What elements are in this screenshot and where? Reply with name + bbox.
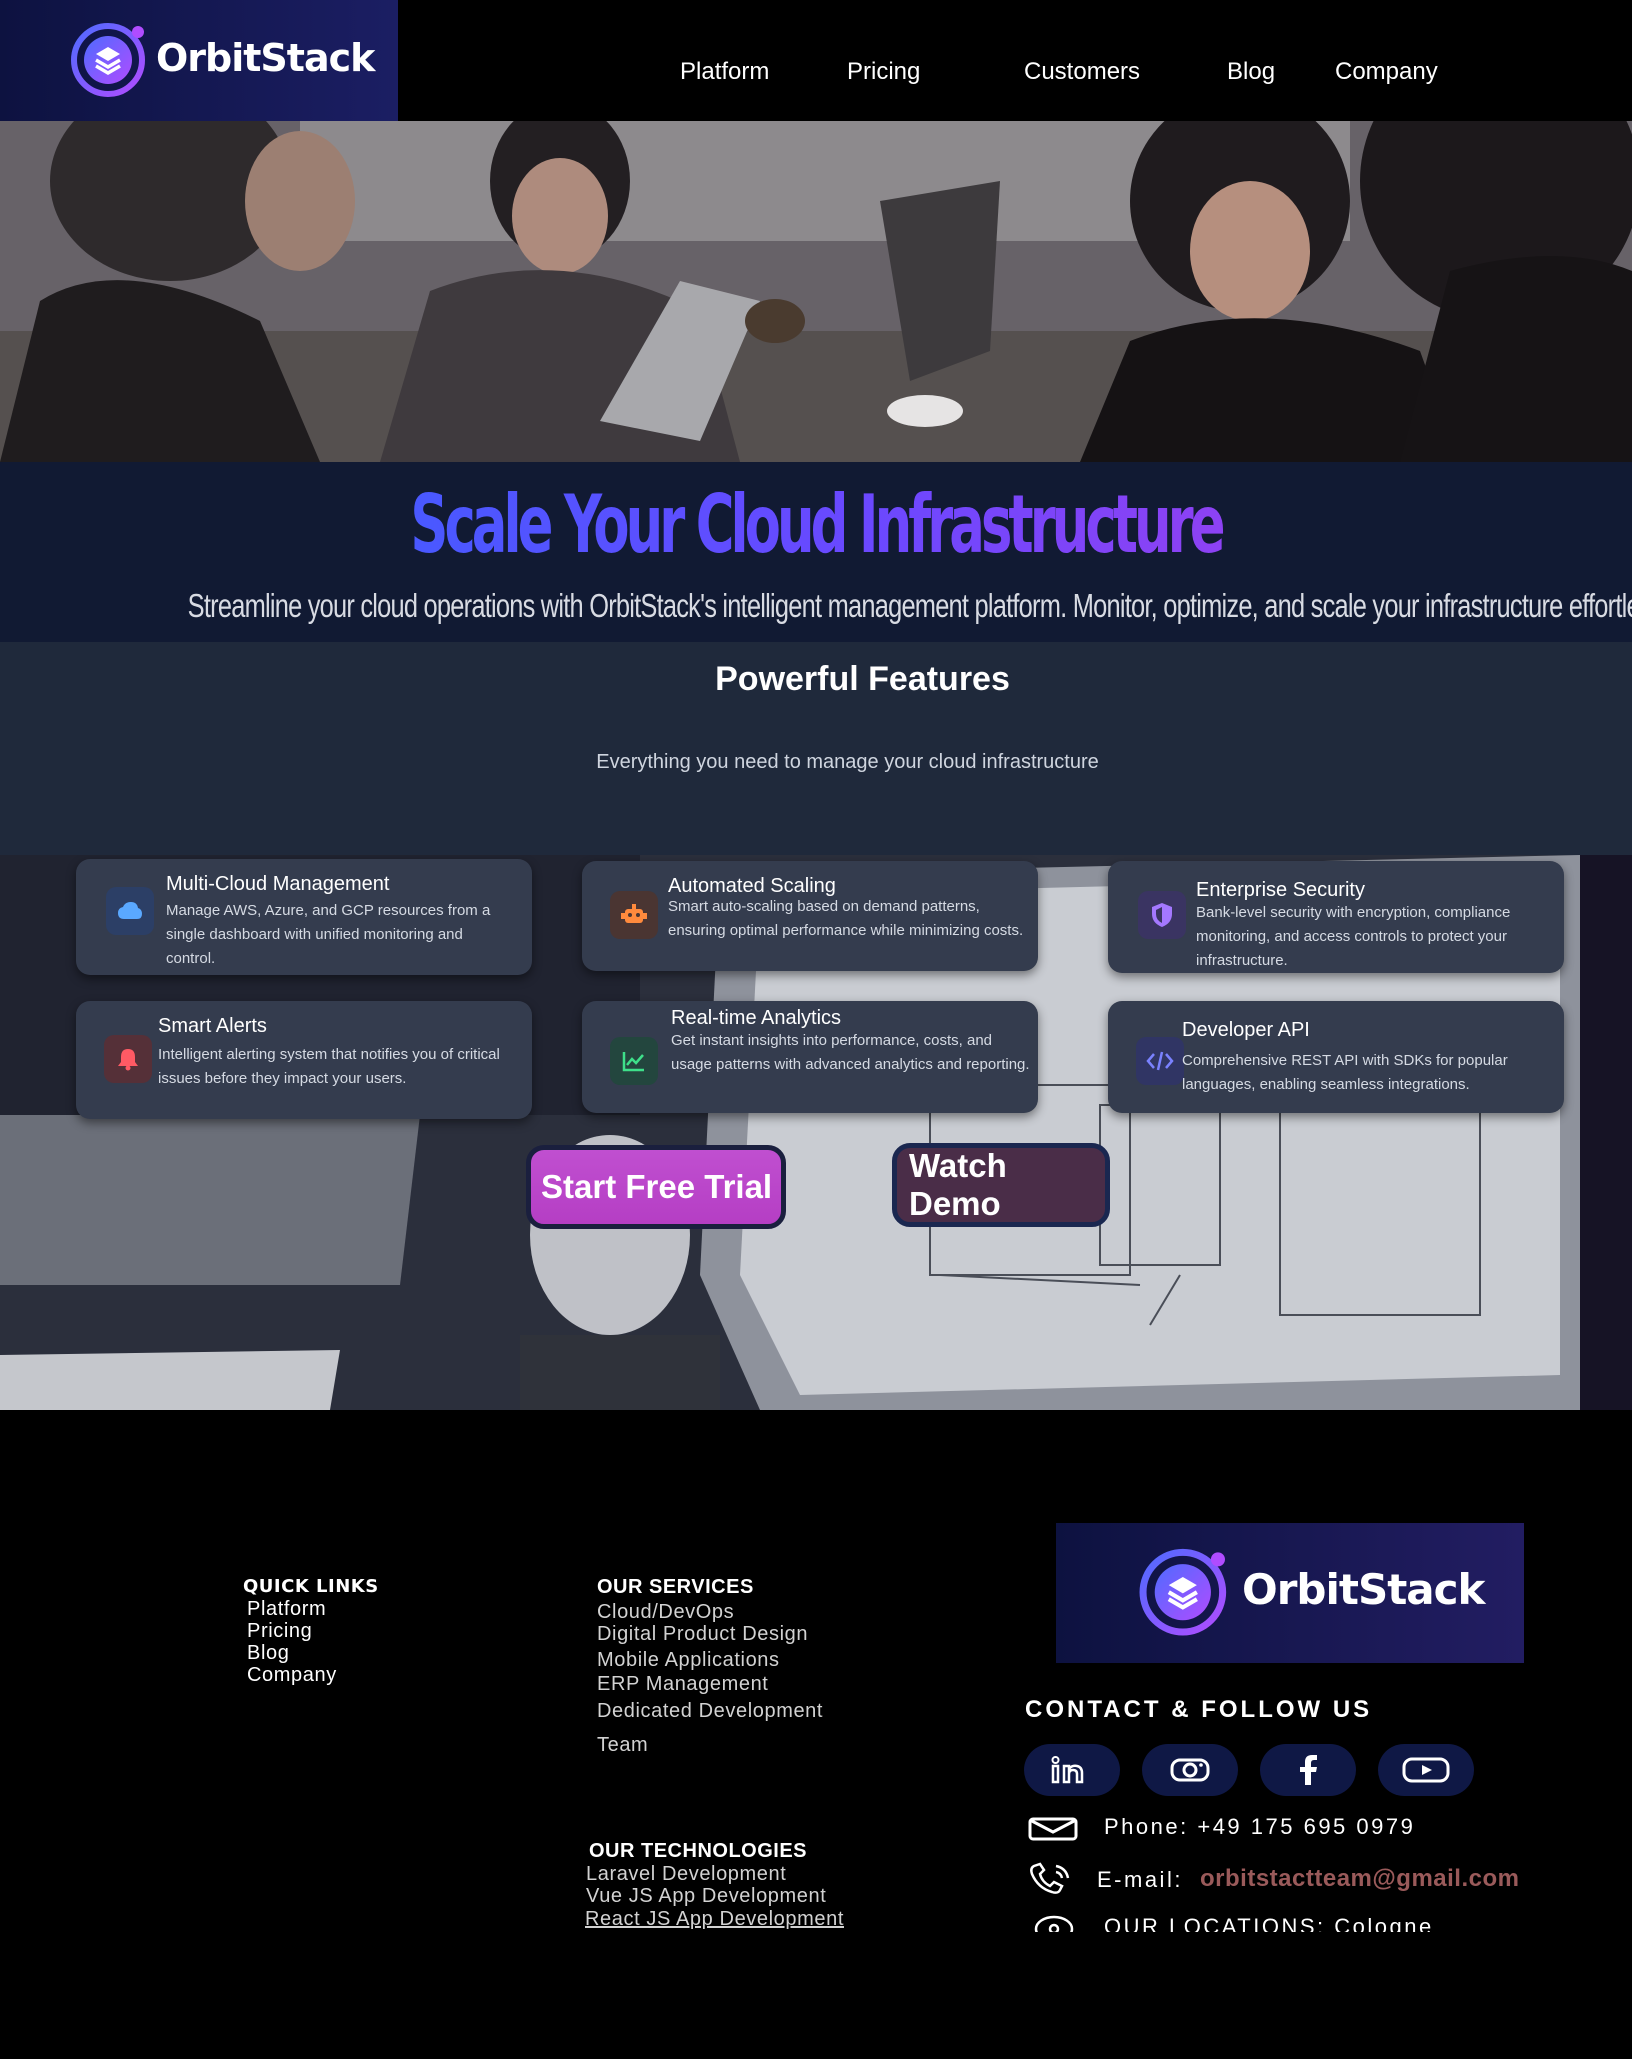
- locations-row: OUR LOCATIONS: Cologne: [1030, 1910, 1530, 1932]
- footer-tech-item[interactable]: Vue JS App Development: [586, 1885, 826, 1908]
- hero-team-photo: [0, 121, 1632, 462]
- logo-wordmark: OrbitStack: [156, 36, 375, 80]
- feature-card-realtime-analytics[interactable]: Real-time Analytics Get instant insights…: [582, 1001, 1038, 1113]
- contact-email-label: E-mail:: [1097, 1867, 1183, 1892]
- footer-service-item[interactable]: Mobile Applications: [597, 1649, 780, 1672]
- nav-customers[interactable]: Customers: [1024, 58, 1140, 86]
- nav-blog[interactable]: Blog: [1227, 58, 1275, 86]
- footer-tech-item[interactable]: React JS App Development: [585, 1908, 844, 1931]
- features-subtitle: Everything you need to manage your cloud…: [596, 751, 1099, 773]
- phone-icon: [1030, 1862, 1070, 1894]
- footer-services-heading: OUR SERVICES: [597, 1576, 754, 1598]
- feature-card-smart-alerts[interactable]: Smart Alerts Intelligent alerting system…: [76, 1001, 532, 1119]
- footer-link-platform[interactable]: Platform: [247, 1598, 326, 1621]
- footer-service-item[interactable]: Digital Product Design: [597, 1623, 808, 1646]
- footer-logo[interactable]: OrbitStack: [1056, 1523, 1524, 1663]
- contact-email[interactable]: orbitstactteam@gmail.com: [1200, 1865, 1519, 1893]
- feature-desc: Bank-level security with encryption, com…: [1196, 904, 1511, 969]
- feature-card-multi-cloud[interactable]: Multi-Cloud Management Manage AWS, Azure…: [76, 859, 532, 975]
- orbitstack-logo-icon: [1139, 1548, 1227, 1636]
- nav-pricing[interactable]: Pricing: [847, 58, 920, 86]
- cloud-icon: [106, 887, 154, 935]
- feature-title: Real-time Analytics: [671, 1007, 842, 1029]
- footer-service-item[interactable]: ERP Management: [597, 1673, 768, 1696]
- feature-desc: Get instant insights into performance, c…: [671, 1032, 1030, 1073]
- footer-logo-wordmark: OrbitStack: [1242, 1565, 1485, 1614]
- nav-platform[interactable]: Platform: [680, 58, 769, 86]
- footer-link-company[interactable]: Company: [247, 1664, 337, 1687]
- bell-icon: [104, 1035, 152, 1083]
- location-icon: [1034, 1915, 1074, 1932]
- instagram-icon[interactable]: [1142, 1744, 1238, 1796]
- footer: QUICK LINKS Platform Pricing Blog Compan…: [0, 1410, 1632, 2059]
- team-meeting-photo-icon: [0, 121, 1632, 462]
- footer-service-item[interactable]: Team: [597, 1734, 648, 1757]
- hero-headline: Scale Your Cloud Infrastructure: [277, 478, 1354, 571]
- mail-icon: [1028, 1817, 1078, 1841]
- shield-icon: [1138, 891, 1186, 939]
- feature-desc: Smart auto-scaling based on demand patte…: [668, 898, 1024, 939]
- footer-quick-links-heading: QUICK LINKS: [243, 1576, 379, 1597]
- hero-subhead: Streamline your cloud operations with Or…: [187, 587, 1632, 624]
- linkedin-icon[interactable]: [1024, 1744, 1120, 1796]
- feature-title: Enterprise Security: [1196, 879, 1365, 901]
- feature-desc: Manage AWS, Azure, and GCP resources fro…: [166, 902, 491, 967]
- features-title: Powerful Features: [715, 660, 1010, 698]
- feature-card-developer-api[interactable]: Developer API Comprehensive REST API wit…: [1108, 1001, 1564, 1113]
- feature-title: Multi-Cloud Management: [166, 873, 390, 895]
- feature-title: Developer API: [1182, 1019, 1310, 1041]
- footer-service-item[interactable]: Dedicated Development: [597, 1700, 823, 1723]
- feature-desc: Comprehensive REST API with SDKs for pop…: [1182, 1052, 1508, 1093]
- feature-desc: Intelligent alerting system that notifie…: [158, 1046, 500, 1087]
- robot-icon: [610, 891, 658, 939]
- footer-link-pricing[interactable]: Pricing: [247, 1620, 312, 1643]
- contact-heading: CONTACT & FOLLOW US: [1025, 1696, 1373, 1723]
- contact-locations: OUR LOCATIONS: Cologne: [1104, 1914, 1434, 1932]
- feature-title: Smart Alerts: [158, 1015, 267, 1037]
- chart-line-icon: [610, 1037, 658, 1085]
- facebook-icon[interactable]: [1260, 1744, 1356, 1796]
- features-background-photo: Multi-Cloud Management Manage AWS, Azure…: [0, 855, 1632, 1410]
- logo[interactable]: OrbitStack: [0, 0, 398, 121]
- watch-demo-button[interactable]: Watch Demo: [892, 1143, 1110, 1227]
- youtube-icon[interactable]: [1378, 1744, 1474, 1796]
- footer-service-item[interactable]: Cloud/DevOps: [597, 1601, 734, 1624]
- nav-company[interactable]: Company: [1335, 58, 1438, 86]
- start-free-trial-button[interactable]: Start Free Trial: [526, 1145, 786, 1229]
- contact-phone[interactable]: Phone: +49 175 695 0979: [1104, 1814, 1415, 1840]
- feature-card-enterprise-security[interactable]: Enterprise Security Bank-level security …: [1108, 861, 1564, 973]
- feature-card-auto-scaling[interactable]: Automated Scaling Smart auto-scaling bas…: [582, 861, 1038, 971]
- footer-tech-item[interactable]: Laravel Development: [586, 1863, 786, 1886]
- code-icon: [1136, 1037, 1184, 1085]
- footer-technologies-heading: OUR TECHNOLOGIES: [589, 1840, 808, 1862]
- top-navigation: OrbitStack Platform Pricing Customers Bl…: [0, 0, 1632, 121]
- orbitstack-logo-icon: [71, 23, 145, 97]
- footer-link-blog[interactable]: Blog: [247, 1642, 289, 1665]
